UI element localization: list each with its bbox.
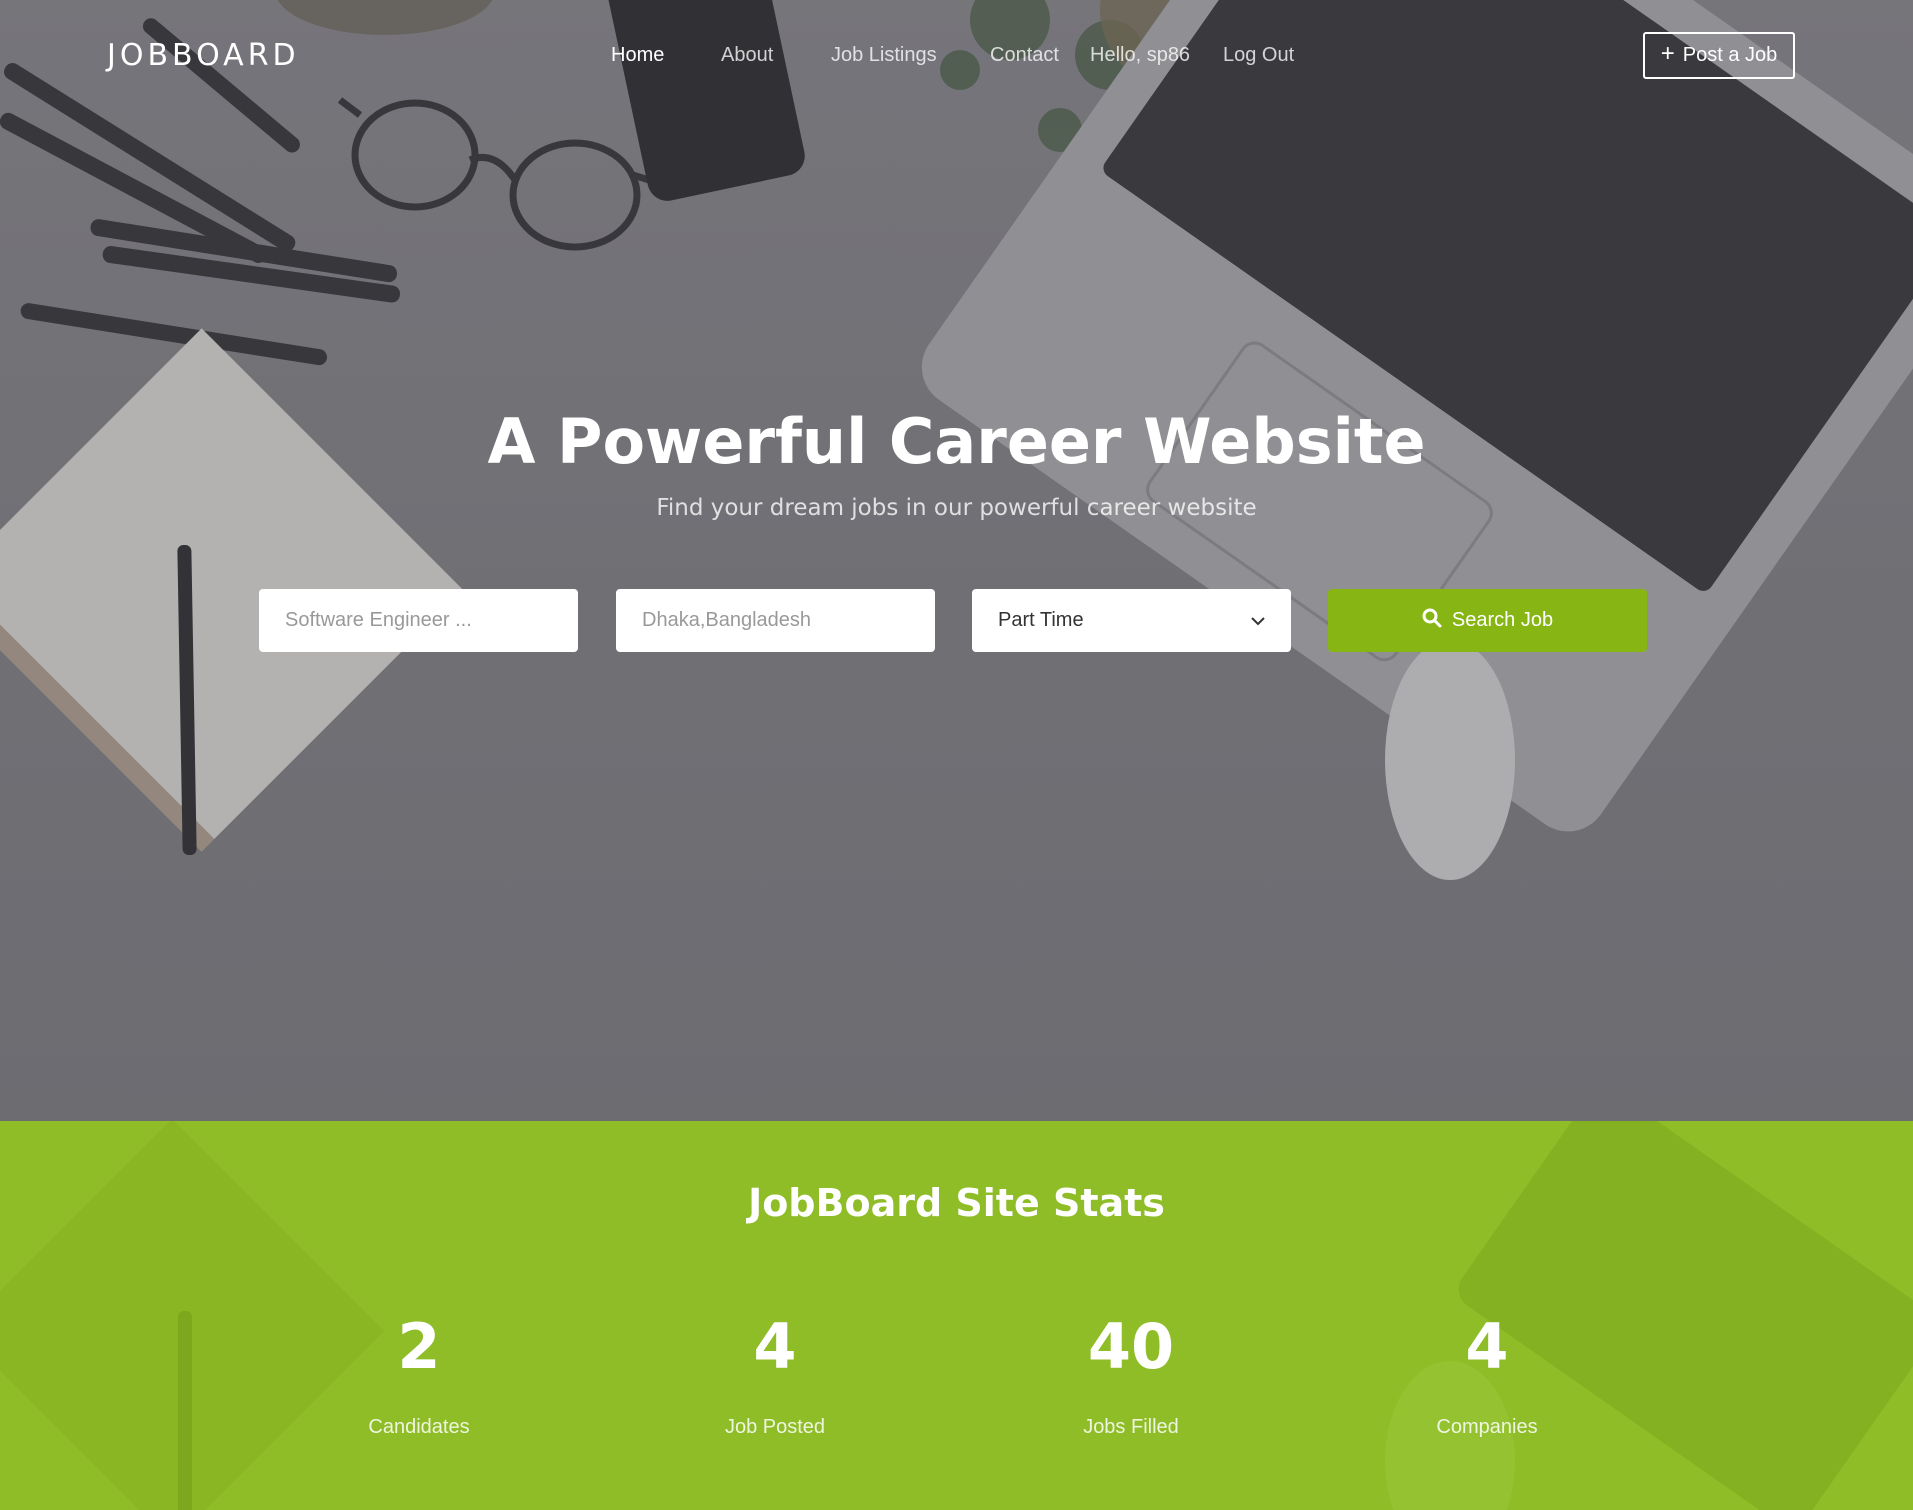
search-icon: [1422, 608, 1442, 634]
stat-jobs-filled: 40 Jobs Filled: [981, 1316, 1281, 1439]
chevron-down-icon: [1251, 610, 1265, 631]
stat-job-posted: 4 Job Posted: [625, 1316, 925, 1439]
nav-link-logout[interactable]: Log Out: [1223, 44, 1294, 67]
nav-link-contact[interactable]: Contact: [990, 44, 1059, 67]
stat-label: Companies: [1436, 1416, 1538, 1438]
nav-user-greeting[interactable]: Hello, sp86: [1090, 44, 1190, 67]
location-search-input[interactable]: Dhaka,Bangladesh: [616, 589, 935, 652]
stat-label: Candidates: [368, 1416, 470, 1438]
search-job-label: Search Job: [1451, 609, 1554, 631]
stat-companies: 4 Companies: [1337, 1316, 1637, 1439]
search-job-button[interactable]: Search Job: [1328, 589, 1647, 652]
stat-label: Jobs Filled: [1083, 1416, 1179, 1438]
top-navbar: JOBBOARD Home About Job Listings Contact…: [0, 0, 1913, 112]
stat-value: 2: [397, 1310, 441, 1383]
site-stats-section: JobBoard Site Stats 2 Candidates 4 Job P…: [0, 1121, 1913, 1510]
keyword-search-input[interactable]: Software Engineer ...: [259, 589, 578, 652]
hero-title: A Powerful Career Website: [487, 405, 1426, 478]
keyword-placeholder: Software Engineer ...: [285, 609, 472, 631]
stat-candidates: 2 Candidates: [269, 1316, 569, 1439]
stat-value: 40: [1087, 1310, 1175, 1383]
nav-link-home[interactable]: Home: [611, 44, 664, 67]
location-placeholder: Dhaka,Bangladesh: [642, 609, 812, 631]
job-type-selected-value: Part Time: [998, 609, 1084, 631]
stats-title: JobBoard Site Stats: [748, 1181, 1165, 1225]
job-type-select[interactable]: Part Time: [972, 589, 1291, 652]
hero-subtitle: Find your dream jobs in our powerful car…: [656, 495, 1257, 521]
post-job-label: Post a Job: [1682, 44, 1778, 66]
nav-link-about[interactable]: About: [721, 44, 773, 67]
hero-section: JOBBOARD Home About Job Listings Contact…: [0, 0, 1913, 1121]
post-job-button[interactable]: + Post a Job: [1643, 32, 1795, 79]
plus-icon: +: [1660, 40, 1675, 67]
stat-value: 4: [753, 1310, 797, 1383]
nav-link-job-listings[interactable]: Job Listings: [831, 44, 937, 67]
site-logo[interactable]: JOBBOARD: [107, 38, 300, 73]
hero-background-image: [0, 0, 1913, 1121]
stat-value: 4: [1465, 1310, 1509, 1383]
stat-label: Job Posted: [724, 1416, 826, 1438]
